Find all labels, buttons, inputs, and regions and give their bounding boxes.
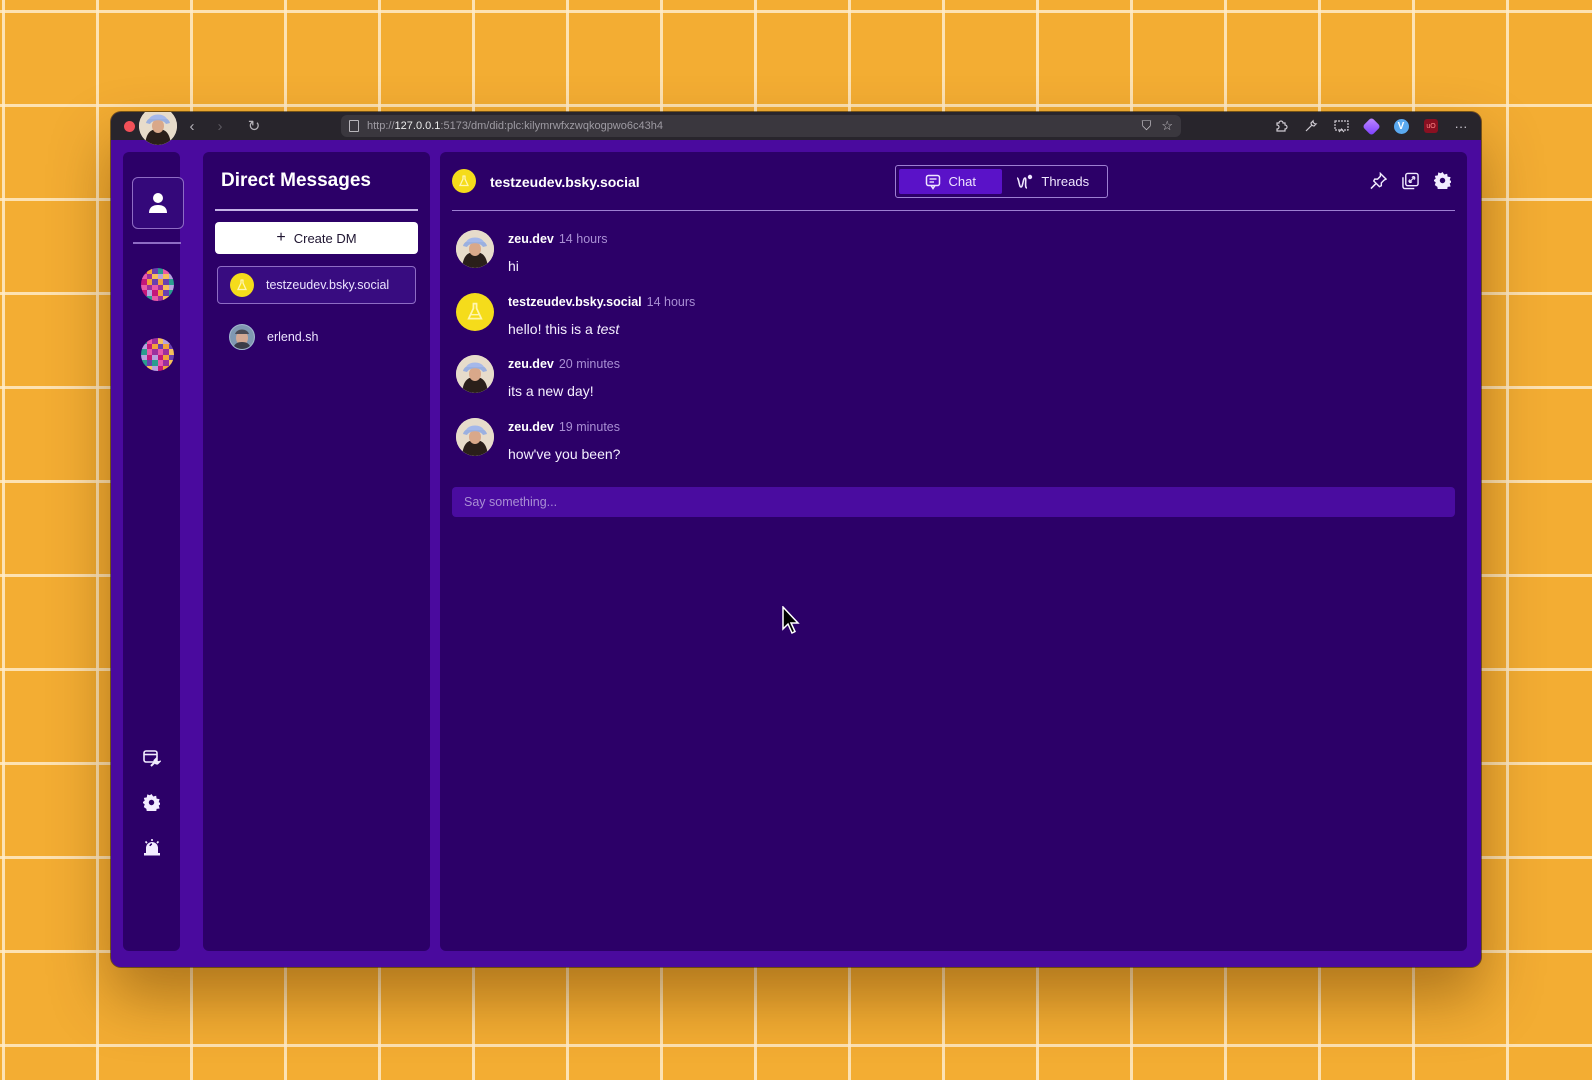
reload-icon[interactable]: ↻ — [243, 117, 265, 135]
create-dm-button[interactable]: + Create DM — [215, 222, 418, 254]
pixel-cell — [168, 365, 174, 371]
address-bar[interactable]: http://127.0.0.1:5173/dm/did:plc:kilymrw… — [341, 115, 1181, 137]
message-author[interactable]: zeu.dev — [508, 232, 554, 246]
message: zeu.dev 20 minutes its a new day! — [456, 355, 1451, 418]
dm-item-label: testzeudev.bsky.social — [266, 278, 390, 292]
pixel-cell — [168, 295, 174, 301]
message-time: 20 minutes — [558, 357, 621, 371]
message-author[interactable]: zeu.dev — [508, 357, 554, 371]
message-body: how've you been? — [508, 445, 621, 462]
message-body: hello! this is a test — [508, 321, 619, 337]
chat-panel: testzeudev.bsky.social Chat Threads zeu.… — [440, 152, 1467, 951]
message-emphasis: test — [596, 320, 620, 337]
dm-item-erlend[interactable]: erlend.sh — [217, 318, 416, 356]
message-list: zeu.dev 14 hours hi testzeudev.bsky.socia… — [456, 230, 1451, 480]
url-host: 127.0.0.1 — [394, 120, 441, 132]
plus-icon: + — [276, 229, 286, 246]
diamond-extension-icon[interactable] — [1361, 116, 1381, 136]
space-avatar[interactable] — [141, 268, 174, 301]
ublock-extension-icon[interactable]: uO — [1423, 118, 1439, 134]
url-path: :5173/dm/did:plc:kilymrwfxzwqkogpwo6c43h… — [440, 120, 663, 132]
message-body: hi — [508, 258, 519, 274]
browser-window: ‹ › ↻ http://127.0.0.1:5173/dm/did:plc:k… — [111, 112, 1481, 967]
pin-icon[interactable] — [1370, 171, 1387, 189]
tab-chat-label: Chat — [948, 174, 976, 189]
browser-toolbar: ‹ › ↻ http://127.0.0.1:5173/dm/did:plc:k… — [111, 112, 1481, 140]
space-avatar[interactable] — [141, 338, 174, 371]
settings-icon[interactable] — [123, 794, 180, 811]
chat-header: testzeudev.bsky.social Chat Threads — [452, 152, 1455, 211]
message-author[interactable]: zeu.dev — [508, 420, 554, 434]
v-extension-icon[interactable]: V — [1393, 118, 1409, 134]
flask-avatar-icon — [230, 273, 254, 297]
app: Direct Messages + Create DM testzeudev.b… — [111, 112, 1481, 967]
url-scheme: http:// — [367, 120, 395, 132]
extensions-bar: V uO ··· — [1273, 116, 1469, 136]
message-body: its a new day! — [508, 383, 594, 399]
view-tabs: Chat Threads — [895, 165, 1108, 198]
dm-item-label: erlend.sh — [267, 330, 319, 344]
close-window-button[interactable] — [124, 120, 135, 132]
alarm-icon[interactable] — [123, 838, 180, 856]
settings-icon[interactable] — [1434, 172, 1451, 189]
space-rail — [123, 112, 184, 951]
chat-actions — [1370, 171, 1451, 189]
shield-icon[interactable]: ⛉ — [1142, 118, 1152, 134]
dm-sidebar-title: Direct Messages — [221, 170, 371, 191]
rail-divider — [133, 242, 181, 244]
puzzle-icon[interactable] — [1273, 118, 1289, 134]
message-time: 14 hours — [558, 232, 608, 246]
wrench-icon[interactable] — [1303, 118, 1319, 134]
message-time: 19 minutes — [558, 419, 621, 434]
threads-icon — [1016, 174, 1033, 189]
back-icon[interactable]: ‹ — [181, 118, 203, 135]
author-avatar[interactable] — [456, 355, 494, 393]
create-dm-label: Create DM — [293, 230, 357, 246]
screen-icon[interactable] — [1333, 118, 1349, 134]
message-author[interactable]: testzeudev.bsky.social — [508, 295, 642, 309]
page-icon — [349, 120, 359, 132]
author-avatar[interactable] — [456, 417, 494, 456]
dev-tools-icon[interactable] — [123, 750, 180, 768]
author-avatar[interactable] — [456, 230, 494, 268]
chat-icon — [925, 174, 940, 190]
more-icon[interactable]: ··· — [1453, 118, 1469, 134]
message-time: 14 hours — [646, 294, 696, 309]
dm-divider — [215, 209, 418, 211]
dm-sidebar: Direct Messages + Create DM testzeudev.b… — [203, 152, 430, 951]
mouse-cursor-icon — [782, 606, 800, 635]
tab-chat[interactable]: Chat — [899, 169, 1002, 194]
link-icon[interactable] — [1402, 172, 1419, 189]
home-button[interactable] — [132, 177, 184, 229]
message-text: hello! this is a — [508, 320, 597, 337]
tab-threads-label: Threads — [1041, 174, 1090, 189]
forward-icon[interactable]: › — [209, 118, 231, 135]
dm-item-testzeudev[interactable]: testzeudev.bsky.social — [217, 266, 416, 304]
bookmark-star-icon[interactable]: ☆ — [1161, 118, 1173, 134]
erlend-avatar — [229, 324, 255, 350]
tab-threads[interactable]: Threads — [1002, 169, 1105, 194]
message: testzeudev.bsky.social 14 hours hello! th… — [456, 292, 1451, 356]
message: zeu.dev 14 hours hi — [456, 230, 1451, 293]
chat-title: testzeudev.bsky.social — [490, 174, 640, 190]
flask-avatar-icon[interactable] — [456, 292, 494, 331]
flask-avatar-icon — [452, 169, 476, 193]
message-input[interactable] — [452, 487, 1455, 517]
user-icon — [149, 193, 167, 213]
current-user-avatar[interactable] — [139, 112, 177, 145]
message: zeu.dev 19 minutes how've you been? — [456, 417, 1451, 481]
